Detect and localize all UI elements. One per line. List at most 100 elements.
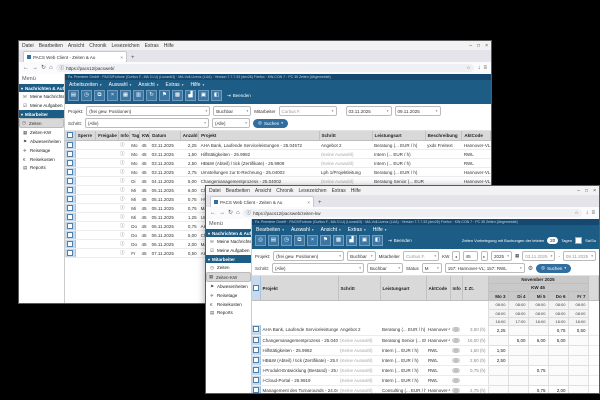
- sidebar-item-reports[interactable]: ▤ Reports: [19, 163, 64, 172]
- browser-tab[interactable]: PACS Web Client - Zeiten & Au ×: [210, 196, 314, 207]
- day-value-cell[interactable]: [547, 344, 569, 356]
- row-checkbox[interactable]: [252, 325, 261, 336]
- day-value-cell[interactable]: [487, 364, 509, 376]
- row-checkbox[interactable]: [252, 385, 261, 393]
- info-icon[interactable]: ⓘ: [452, 367, 460, 373]
- tab-close-icon[interactable]: ×: [307, 200, 310, 205]
- beenden-button[interactable]: ⇥ Beenden: [227, 93, 251, 99]
- app-menu-hilfe[interactable]: Hilfe ▾: [373, 227, 387, 233]
- chart-icon-button[interactable]: ▟: [346, 235, 357, 246]
- day-value-cell[interactable]: [487, 374, 509, 386]
- maximize-button[interactable]: □: [585, 188, 588, 194]
- leistungsart-cell[interactable]: Beratung Senior (... EUR / h): [380, 335, 426, 346]
- info-icon[interactable]: ⓘ: [452, 387, 460, 393]
- day-header[interactable]: Mi 5: [528, 291, 549, 301]
- browser-menu-hilfe[interactable]: Hilfe: [351, 188, 361, 194]
- info-icon[interactable]: ⓘ: [118, 212, 130, 222]
- day-header[interactable]: Di 4: [508, 291, 529, 301]
- cart-icon-button[interactable]: ◧: [372, 235, 383, 246]
- projekt-cell[interactable]: Umstellungen zur E-Rechnung - 25.04002: [198, 167, 320, 177]
- forward-icon[interactable]: →: [219, 210, 225, 216]
- grid-icon-button[interactable]: ▩: [333, 235, 344, 246]
- info-icon[interactable]: ⓘ: [452, 347, 460, 353]
- beenden-button[interactable]: ⇥ Beenden: [388, 238, 412, 244]
- column-header-sperre[interactable]: Sperre: [75, 131, 97, 141]
- row-checkbox[interactable]: [65, 140, 76, 150]
- leistungsart-cell[interactable]: Intern (... EUR / h): [372, 149, 426, 159]
- day-value-cell[interactable]: 6,00: [527, 334, 549, 346]
- sidebar-item-reisetage[interactable]: ✈ Reisetage: [206, 291, 251, 300]
- bookmark-star-icon[interactable]: ☆: [466, 65, 470, 71]
- info-icon[interactable]: ⓘ: [118, 230, 130, 240]
- schritt-cell[interactable]: (Keine Auswahl): [338, 375, 380, 386]
- date-to-select[interactable]: 09.11.2025 ▾: [394, 106, 441, 116]
- reload-icon[interactable]: ↻: [228, 210, 233, 216]
- day-value-cell[interactable]: [507, 364, 529, 376]
- column-header-leistungsart[interactable]: Leistungsart: [372, 131, 426, 141]
- app-menu-icon[interactable]: ≡: [591, 210, 595, 216]
- leistungsart-cell[interactable]: Intern (... EUR / h): [380, 345, 426, 356]
- schritt-select[interactable]: (Alle) ▾: [85, 118, 210, 128]
- info-icon[interactable]: ⓘ: [118, 140, 130, 150]
- column-header-leistungsart[interactable]: Leistungsart: [380, 276, 427, 301]
- day-value-cell[interactable]: [527, 374, 549, 386]
- projekt-select[interactable]: (frei gew. Positionen) ▾: [86, 106, 211, 116]
- leistungsart-cell[interactable]: Beratung (... EUR / h): [372, 140, 426, 150]
- day-header[interactable]: Fr 7: [568, 291, 589, 301]
- day-value-cell[interactable]: [567, 384, 589, 393]
- close-button[interactable]: ×: [485, 43, 488, 49]
- day-value-cell[interactable]: [487, 384, 509, 393]
- new-entry-icon-button[interactable]: ▤: [68, 90, 79, 101]
- alle-select[interactable]: (Alle) ▾: [212, 118, 251, 128]
- download-icon[interactable]: ↓: [477, 65, 480, 71]
- browser-menu-bearbeiten[interactable]: Bearbeiten: [39, 43, 63, 49]
- day-header[interactable]: Mo 3: [488, 291, 509, 301]
- column-header-freigabe[interactable]: Freigabe: [95, 131, 119, 141]
- grid-icon-button[interactable]: ▩: [172, 90, 183, 101]
- projekt-cell[interactable]: HB&W (Abteil) / tick (Zertifikate) - 25.…: [260, 355, 338, 366]
- app-menu-ansicht[interactable]: Ansicht ▾: [138, 82, 158, 88]
- day-value-cell[interactable]: [567, 354, 589, 366]
- browser-menu-extras[interactable]: Extras: [145, 43, 159, 49]
- info-icon[interactable]: ⓘ: [118, 167, 130, 177]
- projekt-cell[interactable]: I-Cloud-Portal - 25.9919: [260, 375, 338, 386]
- leistungsart-cell[interactable]: Beratung (... EUR / h): [372, 167, 426, 177]
- leistungsart-cell[interactable]: Beratung (... EUR / h): [380, 325, 426, 336]
- row-checkbox[interactable]: [252, 375, 261, 386]
- suchen-button[interactable]: ◎ Suchen ▾: [536, 263, 572, 273]
- column-header-info[interactable]: Info: [450, 276, 463, 301]
- sidebar-item-zeiten[interactable]: ◷ Zeiten: [19, 118, 64, 128]
- column-header-aktcode[interactable]: AktCode: [461, 131, 491, 141]
- info-icon[interactable]: ⓘ: [118, 194, 130, 204]
- day-value-cell[interactable]: [567, 364, 589, 376]
- sidebar-item-reisekosten[interactable]: € Reisekosten: [19, 155, 64, 163]
- close-button[interactable]: ×: [593, 188, 596, 194]
- browser-menu-datei[interactable]: Datei: [22, 43, 34, 49]
- flag-icon-button[interactable]: ⚑: [159, 90, 170, 101]
- sidebar-item-meine-nachrichten[interactable]: ✉Meine Nachrichten (3): [206, 237, 251, 246]
- jahr-select[interactable]: 2025 ▾: [490, 251, 512, 261]
- row-checkbox[interactable]: [65, 158, 76, 168]
- browser-menu-datei[interactable]: Datei: [209, 188, 221, 194]
- column-header-schritt[interactable]: Schritt: [319, 131, 373, 141]
- day-value-cell[interactable]: 0,50: [567, 324, 589, 336]
- row-checkbox[interactable]: [65, 167, 76, 177]
- back-icon[interactable]: ←: [23, 65, 29, 71]
- mitarbeiter-select[interactable]: Curtius F. ▾: [402, 251, 440, 261]
- url-bar[interactable]: ⓘ https://pacs12/pacsweb/ ☆: [55, 64, 475, 72]
- status-select[interactable]: M ▾: [421, 263, 442, 273]
- column-header-beschreibung[interactable]: Beschreibung: [425, 131, 463, 141]
- columns-icon-button[interactable]: ▥: [133, 90, 144, 101]
- delete-icon-button[interactable]: ×: [107, 90, 118, 101]
- sidebar-item-zeiten-kw[interactable]: ▦ Zeiten-KW: [19, 128, 64, 137]
- browser-tab[interactable]: PACS Web Client - Zeiten & Au ×: [23, 51, 127, 62]
- browser-menu-ansicht[interactable]: Ansicht: [68, 43, 84, 49]
- browser-menu-lesezeichen[interactable]: Lesezeichen: [299, 188, 327, 194]
- row-checkbox[interactable]: [65, 239, 76, 249]
- schritt-cell[interactable]: Lph 1/Projektleitung: [319, 167, 373, 177]
- buchbar-select[interactable]: Buchbar ▾: [347, 251, 376, 261]
- download-icon[interactable]: ↓: [585, 210, 588, 216]
- day-value-cell[interactable]: 5,00: [507, 334, 529, 346]
- sidebar-item-zeiten-kw[interactable]: ▦ Zeiten-KW: [206, 272, 251, 282]
- day-value-cell[interactable]: [547, 364, 569, 376]
